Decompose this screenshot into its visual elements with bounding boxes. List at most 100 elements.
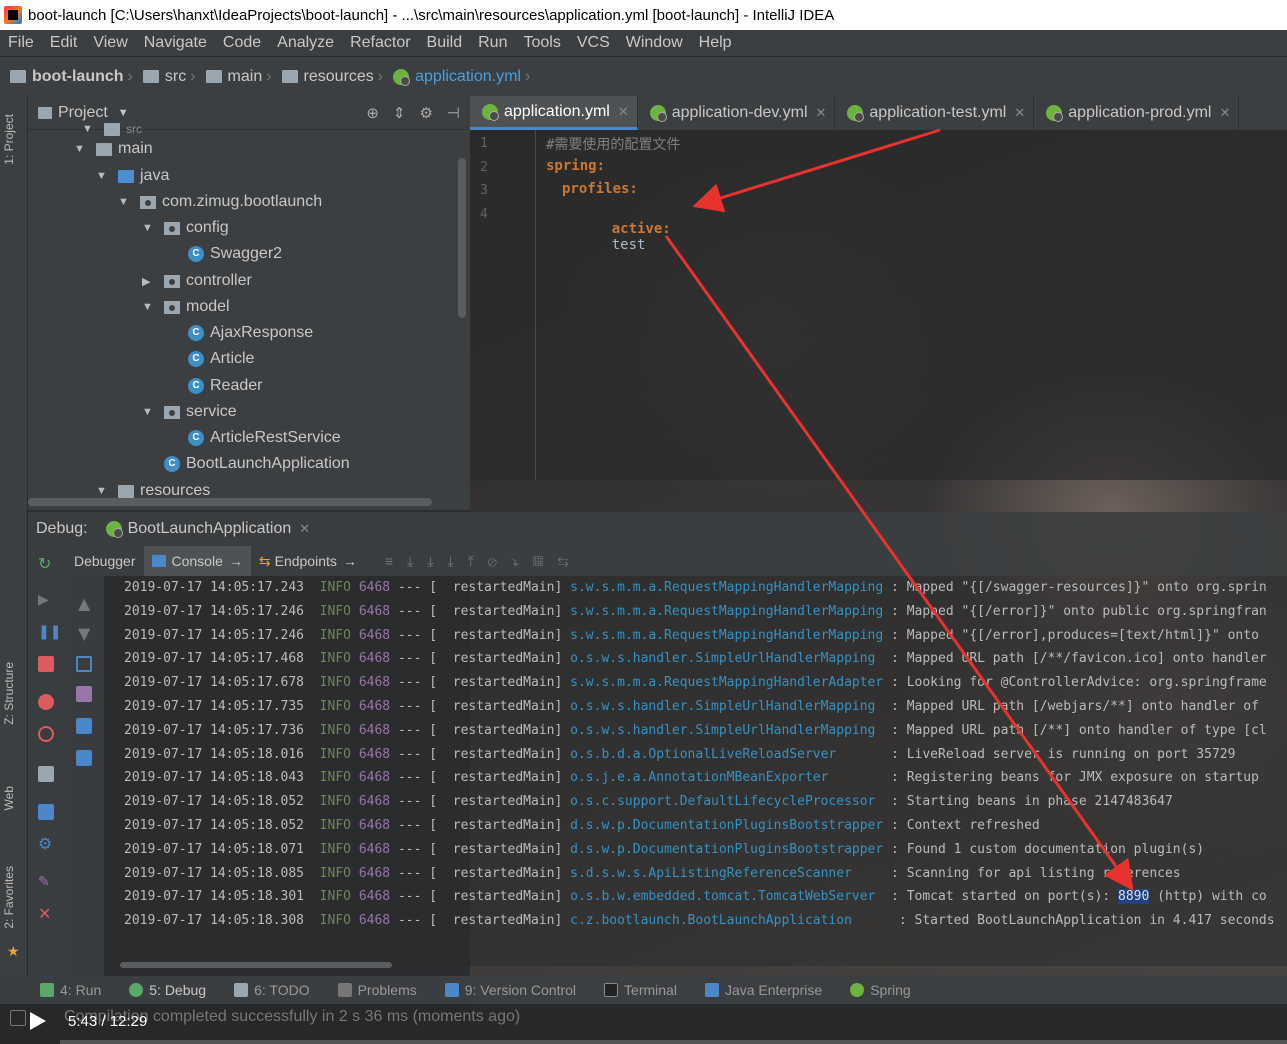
debug-run-config-tab[interactable]: BootLaunchApplication ✕ (105, 520, 310, 538)
close-icon[interactable]: ✕ (1014, 105, 1025, 121)
vcs-icon (444, 983, 459, 997)
tab-application-dev-yml[interactable]: application-dev.yml ✕ (638, 96, 836, 130)
menu-build[interactable]: Build (419, 34, 471, 52)
tree-item-package-root[interactable]: ▼ com.zimug.bootlaunch (118, 189, 322, 215)
menu-file[interactable]: File (0, 34, 42, 52)
console-log-line: 2019-07-17 14:05:18.052 INFO 6468 --- [ … (124, 794, 1173, 809)
close-icon[interactable]: ✕ (1219, 105, 1230, 121)
tree-item-config[interactable]: ▼ config (142, 215, 229, 241)
tree-item-bootlaunchapplication[interactable]: C BootLaunchApplication (164, 451, 350, 477)
breadcrumb-file[interactable]: application.yml › (393, 68, 536, 86)
breadcrumb-main[interactable]: main › (205, 68, 278, 86)
tab-application-prod-yml[interactable]: application-prod.yml ✕ (1034, 96, 1240, 130)
tool-tab-spring[interactable]: Spring (850, 982, 911, 998)
mute-breakpoints-icon[interactable] (38, 726, 54, 742)
pause-icon[interactable]: ❚❚ (38, 624, 61, 640)
tree-item-controller[interactable]: ▶ controller (142, 268, 252, 294)
gear-icon[interactable]: ⚙ (38, 834, 52, 853)
tool-window-project[interactable]: 1: Project (2, 114, 16, 165)
close-icon[interactable]: ✕ (816, 105, 827, 121)
project-hscrollbar[interactable] (28, 498, 432, 506)
tool-tab-debug[interactable]: 5: Debug (129, 982, 206, 998)
menu-view[interactable]: View (85, 34, 135, 52)
view-breakpoints-icon[interactable] (38, 694, 54, 710)
yaml-comment: #需要使用的配置文件 (546, 137, 681, 153)
project-scrollbar[interactable] (458, 158, 466, 318)
soft-wrap-icon[interactable] (76, 656, 92, 672)
close-icon[interactable]: ✕ (618, 104, 629, 120)
tree-item-reader[interactable]: C Reader (188, 373, 262, 399)
camera-icon[interactable] (38, 766, 54, 782)
breadcrumb-resources[interactable]: resources › (281, 68, 390, 86)
close-icon[interactable]: ✕ (38, 904, 51, 923)
debug-toolbar: Debugger Console → ⇆ Endpoints → ≡⤓⤓⤓⤒⊘⤵… (66, 546, 1287, 576)
tool-window-web[interactable]: Web (2, 786, 16, 810)
stop-icon[interactable] (38, 656, 54, 672)
tree-item-model[interactable]: ▼ model (142, 294, 230, 320)
scroll-to-end-icon[interactable] (76, 686, 92, 702)
tool-tab-terminal[interactable]: Terminal (604, 982, 677, 998)
tab-console[interactable]: Console → (143, 546, 251, 576)
tree-item-label: AjaxResponse (210, 324, 314, 341)
menu-window[interactable]: Window (618, 34, 691, 52)
log-message: : Looking for @ControllerAdvice: org.spr… (891, 675, 1267, 691)
step-actions-icons[interactable]: ≡⤓⤓⤓⤒⊘⤵▦⇆ (385, 553, 583, 570)
tab-application-yml[interactable]: application.yml ✕ (470, 96, 638, 130)
menu-help[interactable]: Help (691, 34, 740, 52)
tree-item-java[interactable]: ▼ java (96, 163, 169, 189)
tab-debugger[interactable]: Debugger (66, 546, 144, 576)
menu-refactor[interactable]: Refactor (342, 34, 418, 52)
hide-panel-icon[interactable]: ⊣ (447, 104, 460, 122)
menu-run[interactable]: Run (470, 34, 515, 52)
tool-tab-java-enterprise[interactable]: Java Enterprise (704, 982, 822, 998)
tree-item-main[interactable]: ▼ main (74, 136, 153, 162)
tool-tab-problems[interactable]: Problems (337, 982, 417, 998)
tool-window-structure[interactable]: Z: Structure (2, 662, 16, 725)
rerun-icon[interactable]: ↻ (38, 554, 51, 573)
menu-tools[interactable]: Tools (515, 34, 568, 52)
log-timestamp: 2019-07-17 14:05:17.678 (124, 675, 320, 691)
close-icon[interactable]: ✕ (299, 521, 310, 537)
print-icon[interactable] (76, 718, 92, 734)
tool-tab-version-control[interactable]: 9: Version Control (444, 982, 576, 998)
console-log-line: 2019-07-17 14:05:17.468 INFO 6468 --- [ … (124, 651, 1267, 666)
pin-tab-icon[interactable]: ✎ (38, 874, 50, 890)
menu-edit[interactable]: Edit (42, 34, 86, 52)
tree-item-articlerestservice[interactable]: C ArticleRestService (188, 425, 341, 451)
collapse-all-icon[interactable]: ⇕ (393, 104, 406, 122)
gear-icon[interactable]: ⚙ (419, 104, 432, 122)
play-icon[interactable] (30, 1012, 46, 1030)
run-icon (40, 983, 54, 997)
trash-icon[interactable] (76, 750, 92, 766)
code-editor[interactable]: 1 2 3 4 #需要使用的配置文件 spring: profiles: act… (470, 130, 1287, 480)
source-folder-icon (118, 169, 134, 183)
panel-toggle-icon[interactable] (10, 1010, 26, 1026)
breadcrumb-src[interactable]: src › (142, 68, 202, 86)
locate-icon[interactable]: ⊕ (366, 104, 379, 122)
tree-item-service[interactable]: ▼ service (142, 399, 237, 425)
menu-navigate[interactable]: Navigate (136, 34, 215, 52)
tool-tab-run[interactable]: 4: Run (40, 982, 101, 998)
console-hscrollbar[interactable] (120, 962, 392, 968)
tree-item-swagger2[interactable]: C Swagger2 (188, 241, 282, 267)
layout-icon[interactable] (38, 804, 54, 820)
tab-application-test-yml[interactable]: application-test.yml ✕ (835, 96, 1035, 130)
menu-analyze[interactable]: Analyze (269, 34, 342, 52)
menu-code[interactable]: Code (215, 34, 269, 52)
arrow-up-icon[interactable]: ▲ (78, 594, 90, 613)
class-icon: C (188, 246, 204, 262)
tree-item-ajaxresponse[interactable]: C AjaxResponse (188, 320, 313, 346)
breadcrumb-project[interactable]: boot-launch › (10, 68, 139, 86)
resume-icon[interactable]: ▶ (38, 592, 49, 608)
tab-endpoints[interactable]: ⇆ Endpoints → (251, 546, 365, 576)
menu-vcs[interactable]: VCS (569, 34, 618, 52)
arrow-down-icon[interactable]: ▼ (78, 624, 90, 643)
video-progress-bar[interactable] (60, 1040, 1287, 1044)
tree-item-article[interactable]: C Article (188, 346, 254, 372)
tree-item-label: service (186, 403, 237, 420)
log-thread: --- [ restartedMain] (397, 746, 571, 762)
tool-window-favorites[interactable]: 2: Favorites (2, 866, 16, 929)
console-output[interactable]: 2019-07-17 14:05:17.243 INFO 6468 --- [ … (104, 576, 1287, 966)
bottom-tool-bar: 4: Run 5: Debug 6: TODO Problems 9: Vers… (0, 976, 1287, 1004)
tool-tab-todo[interactable]: 6: TODO (234, 982, 310, 998)
